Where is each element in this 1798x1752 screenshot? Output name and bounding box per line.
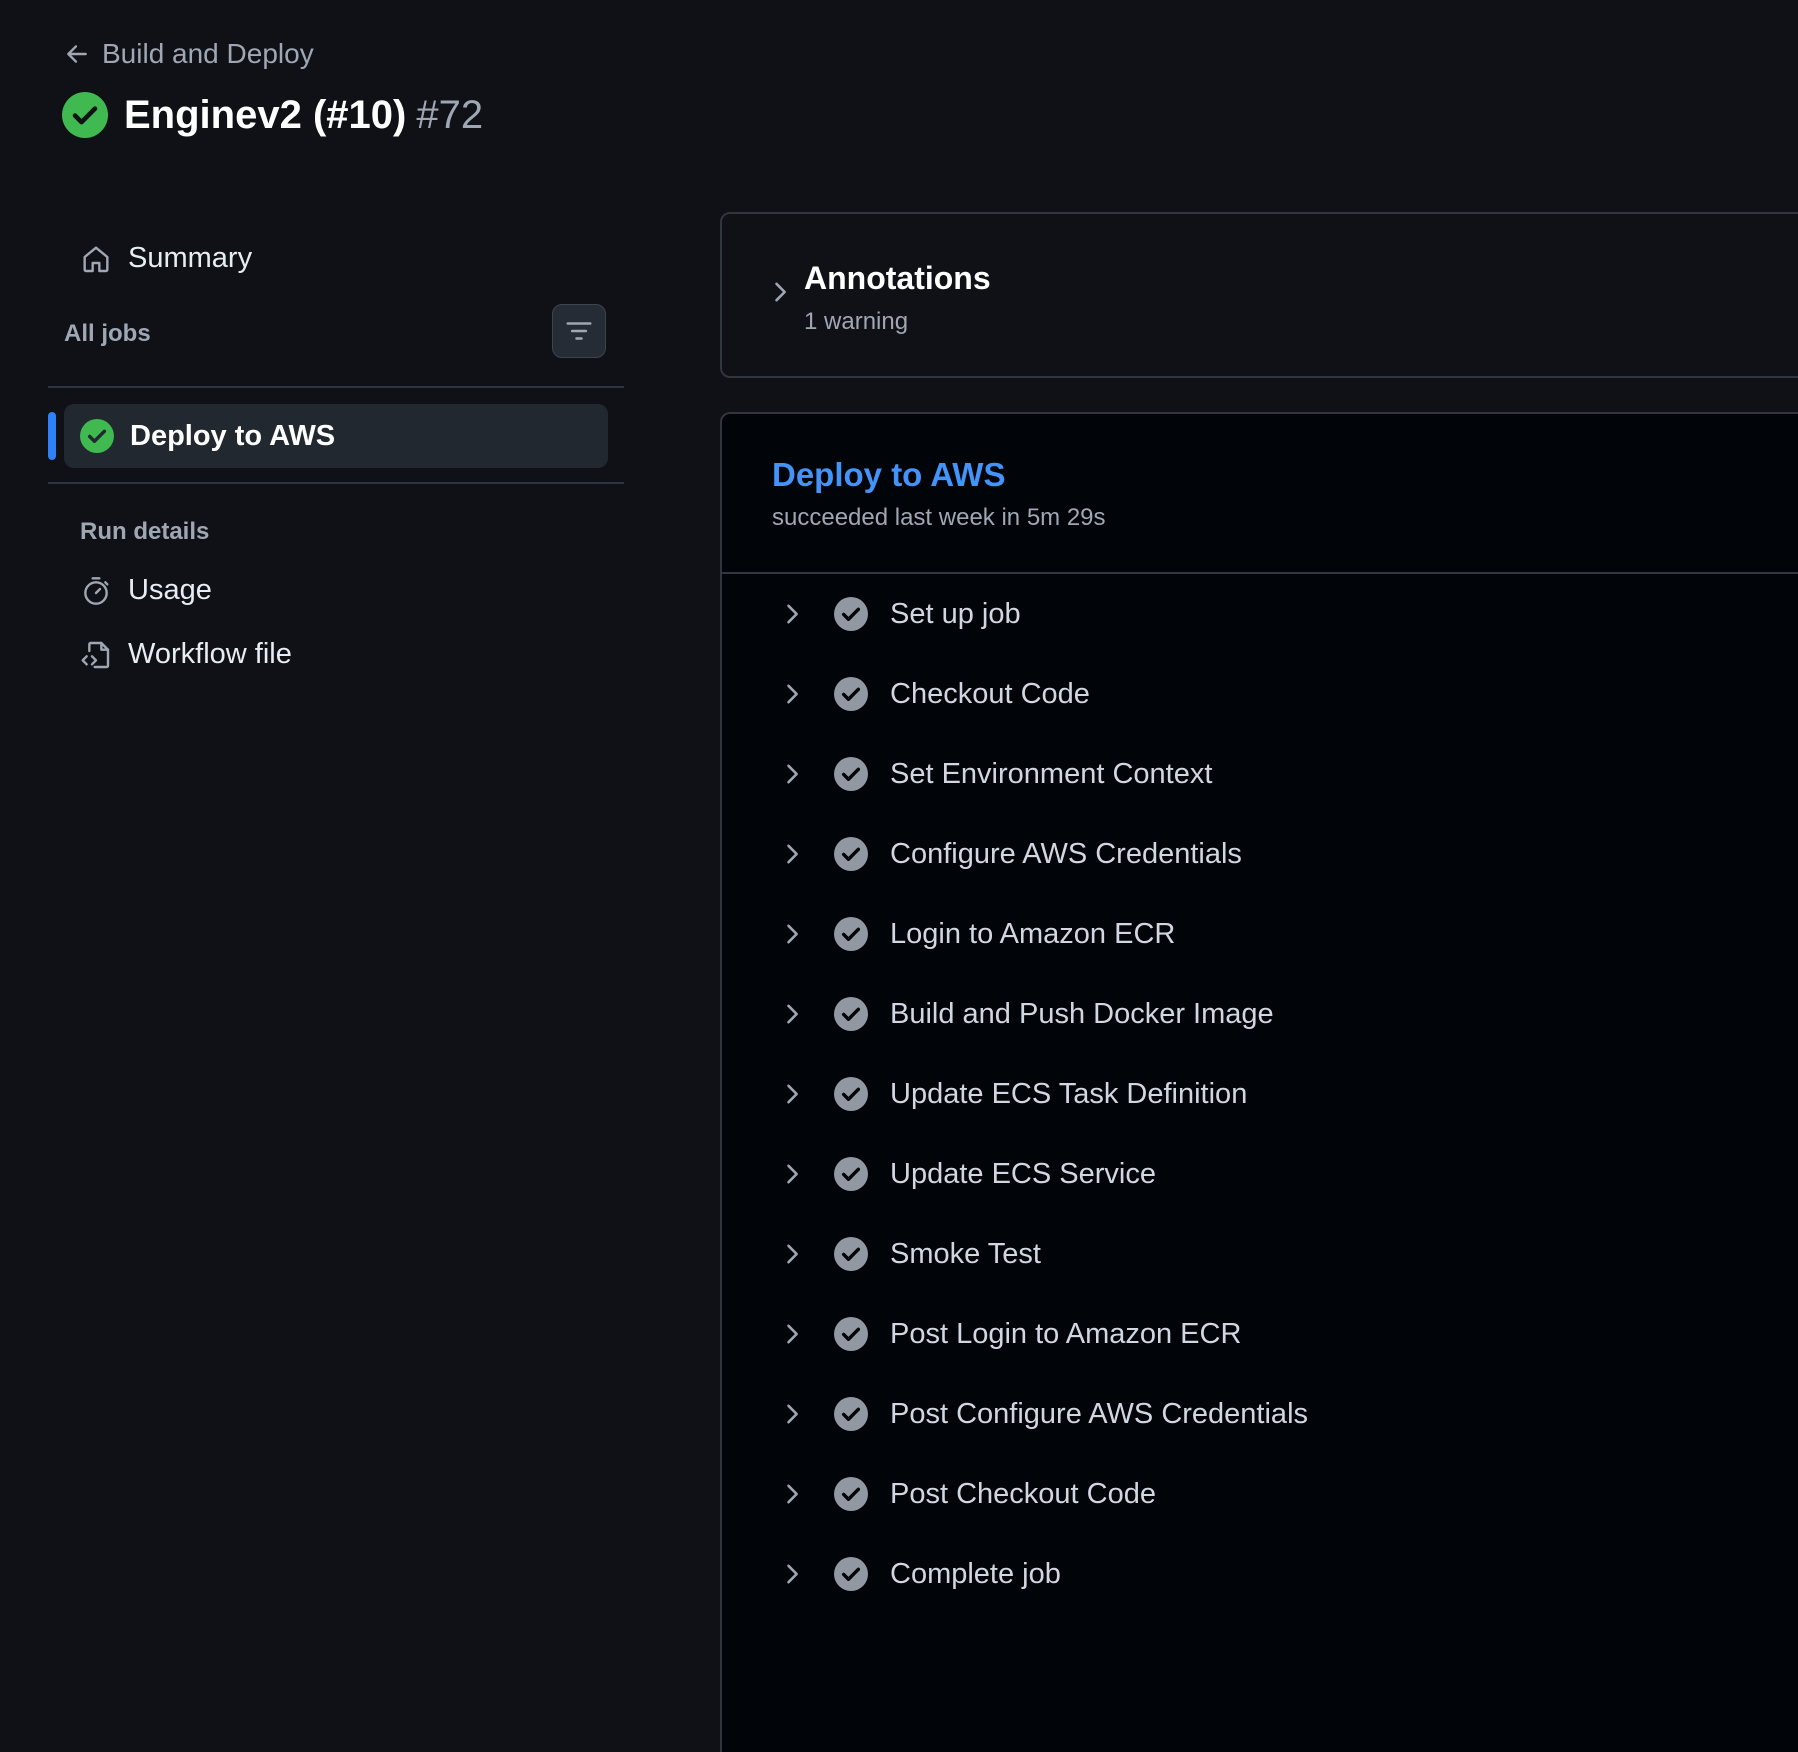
sidebar-item-label: Workflow file <box>128 638 292 670</box>
step-success-icon <box>834 1157 868 1191</box>
annotations-subtitle: 1 warning <box>804 308 909 335</box>
back-link[interactable]: Build and Deploy <box>64 38 314 70</box>
job-step-label: Post Configure AWS Credentials <box>890 1397 1309 1430</box>
step-success-icon <box>834 757 868 791</box>
job-step-label: Set Environment Context <box>890 757 1213 790</box>
page-title: Enginev2 (#10) <box>124 92 407 137</box>
job-step-label: Checkout Code <box>890 677 1090 710</box>
job-step[interactable]: Update ECS Service <box>722 1134 1798 1214</box>
sidebar-item-usage[interactable]: Usage <box>80 574 212 607</box>
home-icon <box>83 245 109 272</box>
chevron-right-icon <box>787 1164 798 1184</box>
chevron-right-icon <box>787 844 798 864</box>
job-step[interactable]: Post Configure AWS Credentials <box>722 1374 1798 1454</box>
step-success-icon <box>834 1397 868 1431</box>
stopwatch-icon <box>84 576 109 605</box>
job-step[interactable]: Login to Amazon ECR <box>722 894 1798 974</box>
sidebar-item-summary[interactable]: Summary <box>80 242 252 275</box>
step-success-icon <box>834 997 868 1031</box>
arrow-left-icon <box>67 45 87 63</box>
step-success-icon <box>834 1477 868 1511</box>
job-step[interactable]: Smoke Test <box>722 1214 1798 1294</box>
job-step[interactable]: Build and Push Docker Image <box>722 974 1798 1054</box>
run-details-heading: Run details <box>80 518 210 545</box>
job-step[interactable]: Configure AWS Credentials <box>722 814 1798 894</box>
job-step-label: Set up job <box>890 597 1021 630</box>
sidebar-divider <box>48 386 624 388</box>
job-header: Deploy to AWS succeeded last week in 5m … <box>722 414 1798 574</box>
all-jobs-heading: All jobs <box>64 320 151 347</box>
chevron-right-icon <box>787 1244 798 1264</box>
chevron-right-icon <box>787 924 798 944</box>
chevron-right-icon <box>787 1004 798 1024</box>
chevron-right-icon <box>787 1404 798 1424</box>
job-steps-list: Set up job Checkout Code Set Environment C… <box>722 574 1798 1614</box>
chevron-right-icon <box>787 1564 798 1584</box>
annotations-panel[interactable]: Annotations 1 warning <box>720 212 1798 378</box>
sidebar-divider <box>48 482 624 484</box>
chevron-right-icon <box>787 1084 798 1104</box>
sidebar-job-label: Deploy to AWS <box>130 419 336 452</box>
job-step[interactable]: Set up job <box>722 574 1798 654</box>
chevron-right-icon <box>787 1324 798 1344</box>
job-step[interactable]: Set Environment Context <box>722 734 1798 814</box>
chevron-right-icon <box>775 282 786 302</box>
step-success-icon <box>834 1557 868 1591</box>
job-step-label: Post Checkout Code <box>890 1477 1156 1510</box>
job-step[interactable]: Complete job <box>722 1534 1798 1614</box>
step-success-icon <box>834 1077 868 1111</box>
job-step[interactable]: Post Login to Amazon ECR <box>722 1294 1798 1374</box>
job-step-label: Build and Push Docker Image <box>890 997 1274 1030</box>
sidebar-item-label: Summary <box>128 242 253 274</box>
annotations-title: Annotations <box>804 260 991 296</box>
sidebar-item-workflow-file[interactable]: Workflow file <box>80 638 292 671</box>
chevron-right-icon <box>787 764 798 784</box>
filter-icon <box>566 322 592 340</box>
step-success-icon <box>834 1237 868 1271</box>
back-link-label: Build and Deploy <box>102 38 314 69</box>
file-code-icon <box>81 641 110 668</box>
step-success-icon <box>834 917 868 951</box>
job-step[interactable]: Post Checkout Code <box>722 1454 1798 1534</box>
job-step-label: Configure AWS Credentials <box>890 837 1242 870</box>
job-panel: Deploy to AWS succeeded last week in 5m … <box>720 412 1798 1752</box>
job-status-text: succeeded last week in 5m 29s <box>772 504 1106 531</box>
step-success-icon <box>834 597 868 631</box>
job-step-label: Smoke Test <box>890 1237 1041 1270</box>
job-step-label: Update ECS Task Definition <box>890 1077 1248 1110</box>
job-step-label: Complete job <box>890 1557 1061 1590</box>
job-step-label: Login to Amazon ECR <box>890 917 1176 950</box>
job-step-label: Post Login to Amazon ECR <box>890 1317 1242 1350</box>
success-check-icon <box>80 419 114 453</box>
step-success-icon <box>834 1317 868 1351</box>
chevron-right-icon <box>787 1484 798 1504</box>
job-title[interactable]: Deploy to AWS <box>772 456 1005 494</box>
step-success-icon <box>834 837 868 871</box>
filter-button[interactable] <box>552 304 606 358</box>
success-check-icon <box>62 92 108 138</box>
step-success-icon <box>834 677 868 711</box>
job-step[interactable]: Checkout Code <box>722 654 1798 734</box>
sidebar-job-deploy-to-aws[interactable]: Deploy to AWS <box>48 404 608 468</box>
run-number: #72 <box>416 92 484 137</box>
chevron-right-icon <box>787 604 798 624</box>
job-step[interactable]: Update ECS Task Definition <box>722 1054 1798 1134</box>
page-title-row: Enginev2 (#10) #72 <box>62 92 483 138</box>
active-indicator <box>48 412 56 460</box>
chevron-right-icon <box>787 684 798 704</box>
sidebar-item-label: Usage <box>128 574 212 606</box>
job-step-label: Update ECS Service <box>890 1157 1156 1190</box>
